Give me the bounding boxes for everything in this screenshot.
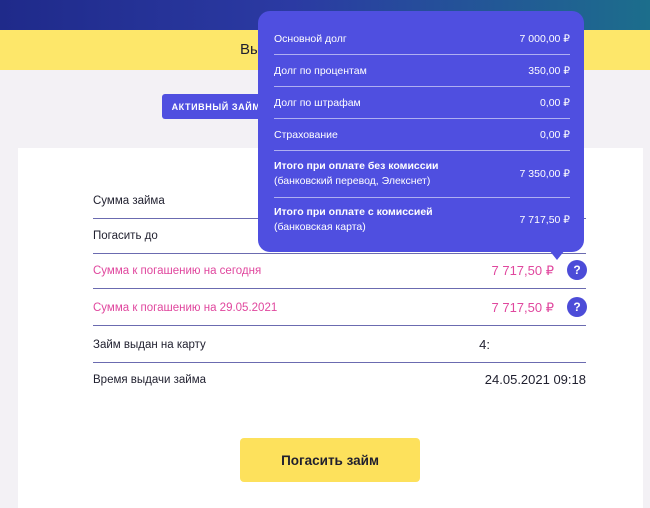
help-icon[interactable]: ? <box>567 297 587 317</box>
loan-row-pay-on-date: Сумма к погашению на 29.05.2021 7 717,50… <box>93 291 587 326</box>
loan-amount-label: Сумма займа <box>93 195 165 207</box>
card-value: 4: <box>479 337 490 352</box>
loan-row-issue-time: Время выдачи займа 24.05.2021 09:18 <box>93 363 586 397</box>
debt-breakdown-tooltip: Основной долг 7 000,00 ₽ Долг по процент… <box>258 11 584 252</box>
tooltip-pointer <box>549 250 565 260</box>
popup-row-total-with-fee: Итого при оплате с комиссией (банковская… <box>274 202 570 238</box>
loan-row-pay-today: Сумма к погашению на сегодня 7 717,50 ₽ … <box>93 254 587 289</box>
card-label: Займ выдан на карту <box>93 339 206 351</box>
popup-row-total-no-fee: Итого при оплате без комиссии (банковски… <box>274 156 570 198</box>
popup-row-fines: Долг по штрафам 0,00 ₽ <box>274 92 570 119</box>
loan-row-card: Займ выдан на карту 4: <box>93 328 586 363</box>
principal-label: Основной долг <box>274 33 347 45</box>
total-no-fee-label: Итого при оплате без комиссии <box>274 160 439 172</box>
popup-row-principal: Основной долг 7 000,00 ₽ <box>274 29 570 55</box>
insurance-value: 0,00 ₽ <box>539 129 570 141</box>
fines-label: Долг по штрафам <box>274 97 361 109</box>
popup-row-insurance: Страхование 0,00 ₽ <box>274 124 570 151</box>
total-no-fee-value: 7 350,00 ₽ <box>519 168 570 180</box>
total-no-fee-sublabel: (банковский перевод, Элекснет) <box>274 175 431 187</box>
total-with-fee-block: Итого при оплате с комиссией (банковская… <box>274 206 433 233</box>
due-date-label: Погасить до <box>93 230 158 242</box>
total-with-fee-label: Итого при оплате с комиссией <box>274 206 433 218</box>
interest-value: 350,00 ₽ <box>528 65 570 77</box>
pay-on-date-value: 7 717,50 ₽ <box>491 300 555 315</box>
total-with-fee-value: 7 717,50 ₽ <box>519 214 570 226</box>
insurance-label: Страхование <box>274 129 338 141</box>
total-no-fee-block: Итого при оплате без комиссии (банковски… <box>274 160 439 187</box>
interest-label: Долг по процентам <box>274 65 367 77</box>
pay-today-value: 7 717,50 ₽ <box>491 263 555 278</box>
total-with-fee-sublabel: (банковская карта) <box>274 221 366 233</box>
popup-row-interest: Долг по процентам 350,00 ₽ <box>274 60 570 87</box>
pay-today-label: Сумма к погашению на сегодня <box>93 265 262 277</box>
tab-active-loan[interactable]: АКТИВНЫЙ ЗАЙМ <box>162 94 270 119</box>
issue-time-value: 24.05.2021 09:18 <box>484 372 586 387</box>
help-icon[interactable]: ? <box>567 260 587 280</box>
fines-value: 0,00 ₽ <box>539 97 570 109</box>
pay-on-date-label: Сумма к погашению на 29.05.2021 <box>93 302 278 314</box>
repay-loan-button[interactable]: Погасить займ <box>240 438 420 482</box>
principal-value: 7 000,00 ₽ <box>519 33 570 45</box>
issue-time-label: Время выдачи займа <box>93 374 207 386</box>
